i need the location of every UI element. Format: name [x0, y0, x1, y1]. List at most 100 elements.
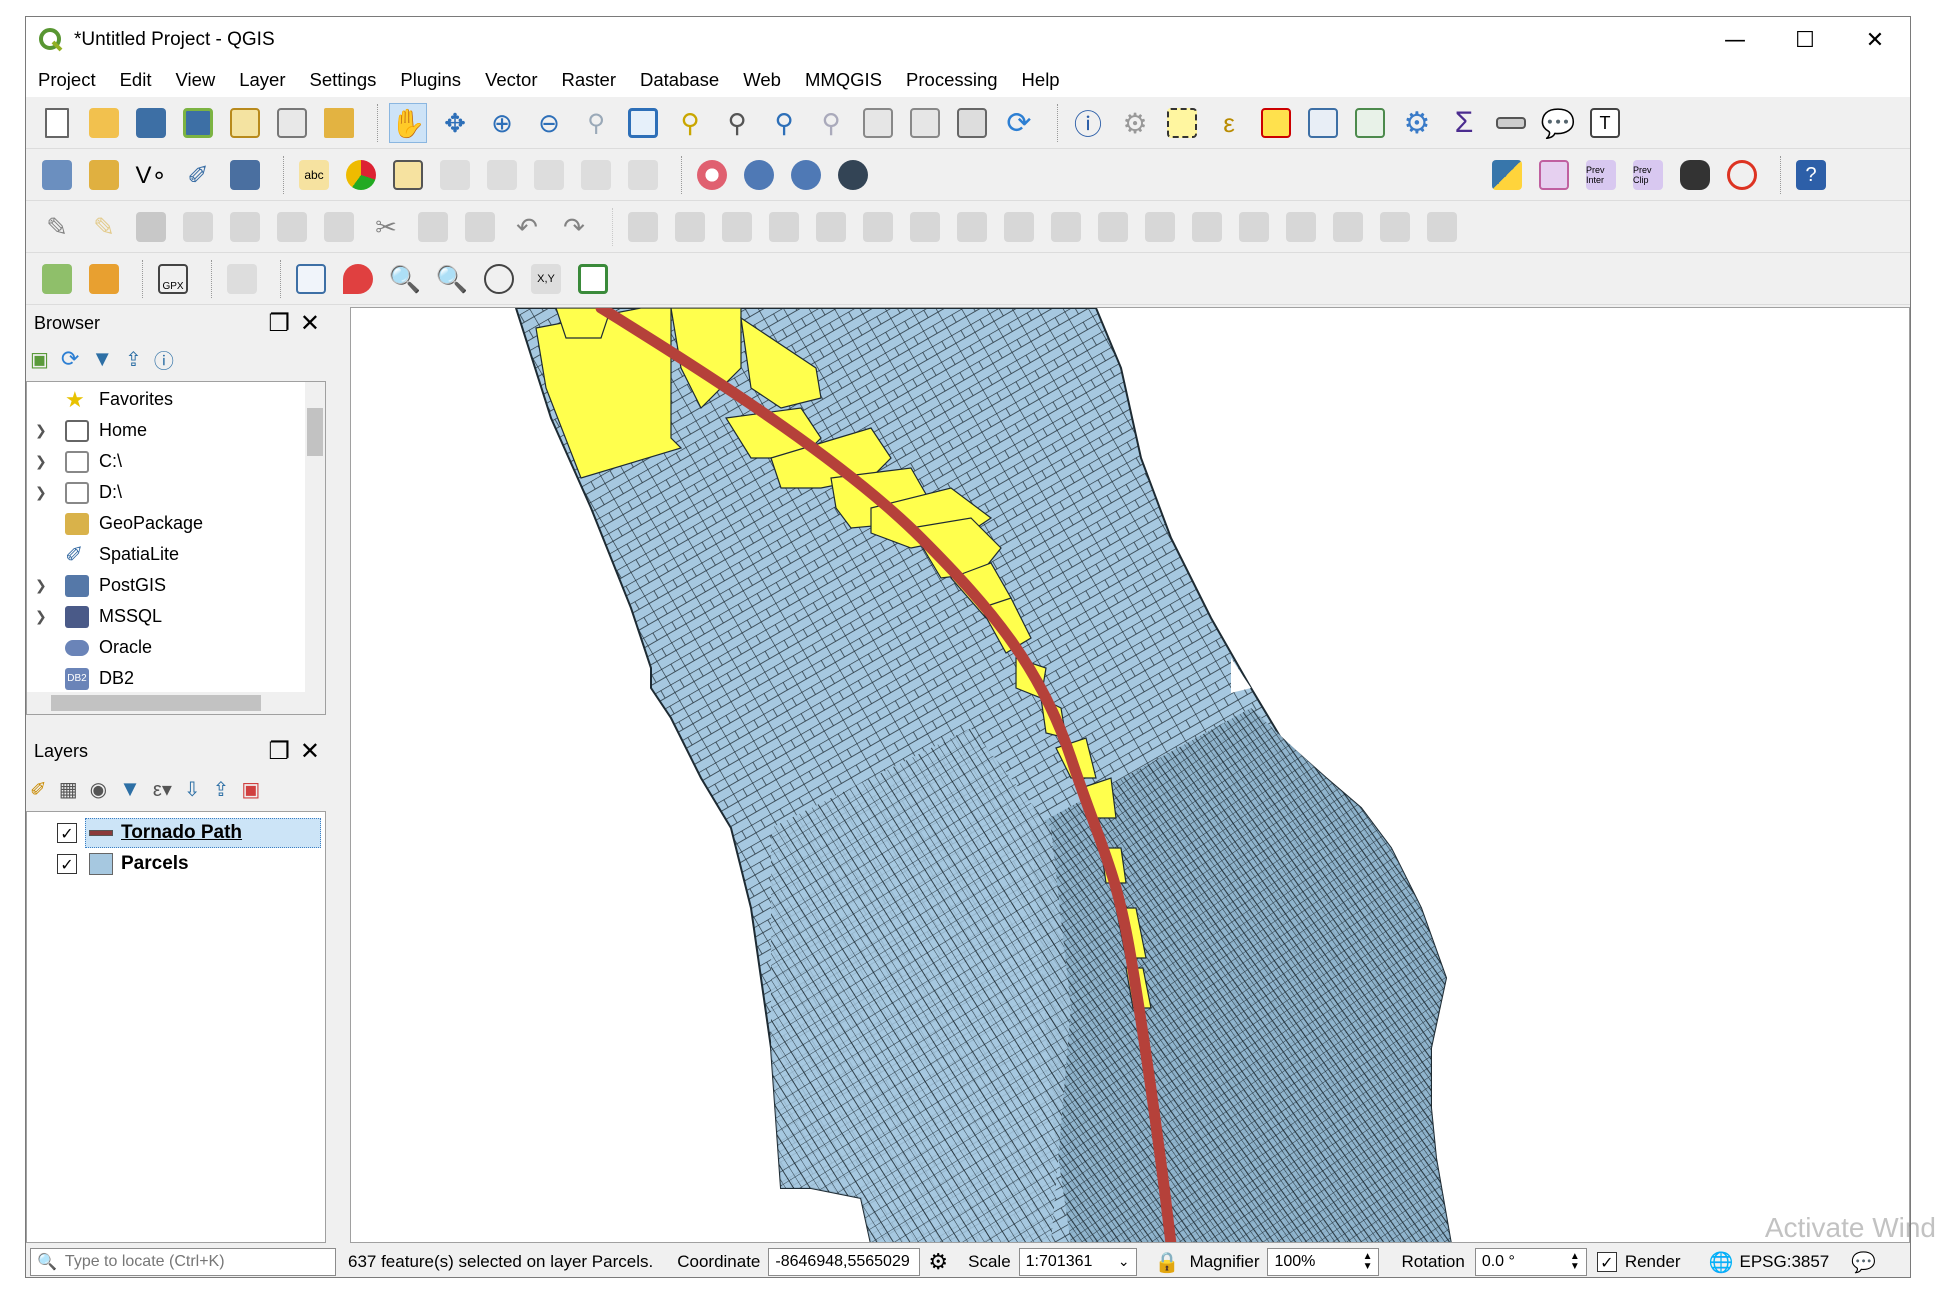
menu-processing[interactable]: Processing [906, 69, 998, 91]
identify-features-button[interactable]: ⓘ [1069, 103, 1107, 143]
search-layers-button[interactable]: 🔍 [433, 259, 471, 299]
xy-tool-button[interactable]: X,Y [527, 259, 565, 299]
locator-search-input[interactable]: 🔍 Type to locate (Ctrl+K) [30, 1248, 336, 1276]
show-hide-labels-button[interactable] [483, 155, 521, 195]
zoom-next-button[interactable]: ⚲ [812, 103, 850, 143]
change-label-button[interactable] [624, 155, 662, 195]
new-project-button[interactable] [38, 103, 76, 143]
help-button[interactable]: ? [1792, 155, 1830, 195]
add-selected-layers-icon[interactable]: ▣ [30, 347, 49, 372]
browser-horizontal-scrollbar[interactable] [27, 692, 325, 714]
pan-map-button[interactable]: ✋ [389, 103, 427, 143]
cut-features-button[interactable]: ✂ [367, 207, 405, 247]
vertex-tool-button[interactable] [226, 207, 264, 247]
add-ring-button[interactable] [859, 207, 897, 247]
menu-view[interactable]: View [175, 69, 215, 91]
polygon-tool-button[interactable] [1723, 155, 1761, 195]
add-delimited-text-button[interactable]: V∘ [132, 155, 170, 195]
processing-toolbox-button[interactable]: ⚙ [1398, 103, 1436, 143]
browser-item-mssql[interactable]: ❯ MSSQL [27, 601, 162, 632]
new-print-layout-button[interactable] [226, 103, 264, 143]
georeferencer-button[interactable] [38, 259, 76, 299]
pin-labels-button[interactable] [389, 155, 427, 195]
text-annotation-button[interactable]: T [1586, 103, 1624, 143]
style-layer-icon[interactable]: ✐ [30, 777, 47, 802]
menu-settings[interactable]: Settings [310, 69, 377, 91]
menu-project[interactable]: Project [38, 69, 96, 91]
close-panel-icon[interactable]: ✕ [300, 737, 320, 765]
menu-layer[interactable]: Layer [239, 69, 285, 91]
copy-features-button[interactable] [414, 207, 452, 247]
rotate-label-button[interactable] [577, 155, 615, 195]
map-canvas[interactable] [350, 307, 1910, 1243]
gpx-button[interactable]: GPX [154, 259, 192, 299]
crs-globe-icon[interactable]: 🌐 [1709, 1250, 1734, 1275]
label-toolbar-button[interactable]: abc [295, 155, 333, 195]
visibility-eye-icon[interactable]: ◉ [90, 777, 107, 802]
move-feature-button[interactable] [718, 207, 756, 247]
magnifier-spinbox[interactable]: 100% ▲ ▼ [1267, 1248, 1380, 1276]
menu-database[interactable]: Database [640, 69, 719, 91]
zoom-to-selection-button[interactable]: ⚲ [671, 103, 709, 143]
delete-ring-button[interactable] [1000, 207, 1038, 247]
reverse-line-button[interactable] [1188, 207, 1226, 247]
offset-curve-button[interactable] [1141, 207, 1179, 247]
deselect-all-button[interactable] [1257, 103, 1295, 143]
coordinate-capture-button[interactable] [85, 259, 123, 299]
filter-icon[interactable]: ▼ [91, 346, 113, 372]
toggle-extents-mouse-icon[interactable]: ⚙ [928, 1249, 948, 1275]
redo-button[interactable]: ↷ [555, 207, 593, 247]
undo-button[interactable]: ↶ [508, 207, 546, 247]
undock-icon[interactable]: ❐ [268, 309, 290, 337]
zoom-out-button[interactable]: ⊖ [530, 103, 568, 143]
metasearch-button[interactable] [834, 155, 872, 195]
coordinate-field[interactable]: -8646948,5565029 [768, 1248, 921, 1276]
collapse-all-icon[interactable]: ⇪ [125, 347, 142, 372]
new-map-view-button[interactable] [859, 103, 897, 143]
add-feature-button[interactable] [179, 207, 217, 247]
plugin-button[interactable] [1535, 155, 1573, 195]
python-console-button[interactable] [1488, 155, 1526, 195]
menu-help[interactable]: Help [1022, 69, 1060, 91]
web-globe-button[interactable] [740, 155, 778, 195]
collapse-all-icon[interactable]: ⇪ [213, 777, 230, 802]
minimize-button[interactable]: — [1700, 17, 1770, 63]
scale-combobox[interactable]: 1:701361 ⌄ [1018, 1248, 1137, 1276]
browser-item-oracle[interactable]: Oracle [27, 632, 152, 663]
refresh-icon[interactable]: ⟳ [61, 346, 79, 372]
search-map-button[interactable]: 🔍 [386, 259, 424, 299]
merge-attributes-button[interactable] [1376, 207, 1414, 247]
save-project-button[interactable] [132, 103, 170, 143]
browser-item-spatialite[interactable]: ✐ SpatiaLite [27, 539, 179, 570]
diagram-button[interactable] [342, 155, 380, 195]
layer-visibility-checkbox[interactable]: ✓ [57, 854, 77, 874]
browser-item-d-drive[interactable]: ❯ D:\ [27, 477, 122, 508]
merge-features-button[interactable] [1329, 207, 1367, 247]
select-features-button[interactable] [1163, 103, 1201, 143]
rotation-spinbox[interactable]: 0.0 ° ▲ ▼ [1474, 1248, 1587, 1276]
scrollbar-thumb[interactable] [307, 408, 323, 456]
globe-tool-button[interactable] [480, 259, 518, 299]
run-action-button[interactable]: ⚙ [1116, 103, 1154, 143]
browser-item-geopackage[interactable]: GeoPackage [27, 508, 203, 539]
layer-tornado-path[interactable]: ✓ Tornado Path [57, 818, 242, 848]
open-project-button[interactable] [85, 103, 123, 143]
add-part-button[interactable] [906, 207, 944, 247]
style-manager-button[interactable] [320, 103, 358, 143]
layer-visibility-checkbox[interactable]: ✓ [57, 823, 77, 843]
reshape-button[interactable] [1094, 207, 1132, 247]
delete-selected-button[interactable] [320, 207, 358, 247]
fill-ring-button[interactable] [953, 207, 991, 247]
statistical-summary-button[interactable]: Σ [1445, 103, 1483, 143]
bookmark-button[interactable] [953, 103, 991, 143]
rotate-feature-button[interactable] [765, 207, 803, 247]
menu-vector[interactable]: Vector [485, 69, 537, 91]
crs-label[interactable]: EPSG:3857 [1739, 1252, 1829, 1272]
add-point-button[interactable] [339, 259, 377, 299]
browser-item-c-drive[interactable]: ❯ C:\ [27, 446, 122, 477]
map-tips-button[interactable]: 💬 [1539, 103, 1577, 143]
close-button[interactable]: ✕ [1840, 17, 1910, 63]
add-raster-button[interactable] [226, 155, 264, 195]
attribute-table-button[interactable] [1304, 103, 1342, 143]
undock-icon[interactable]: ❐ [268, 737, 290, 765]
